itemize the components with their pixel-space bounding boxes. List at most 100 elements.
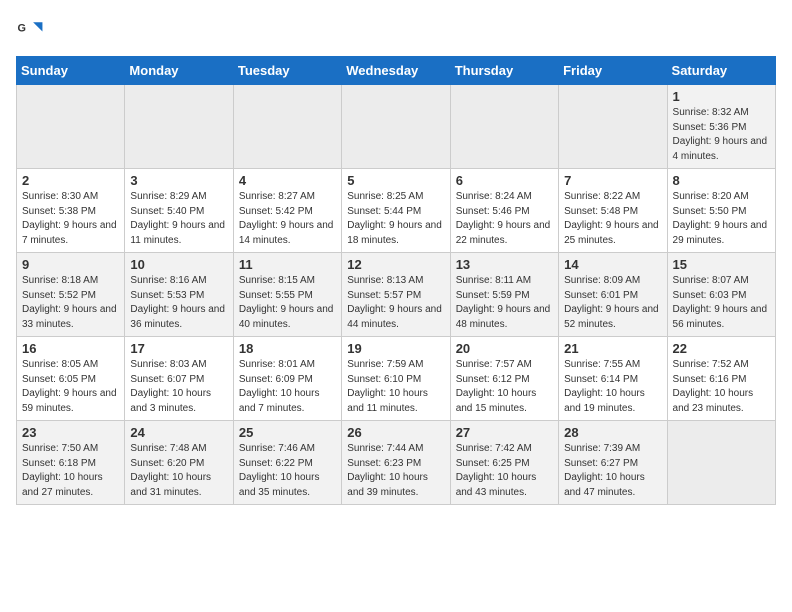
calendar-day-cell — [17, 85, 125, 169]
day-number: 3 — [130, 173, 227, 188]
day-number: 5 — [347, 173, 444, 188]
calendar-day-cell — [233, 85, 341, 169]
calendar-week-row: 16Sunrise: 8:05 AM Sunset: 6:05 PM Dayli… — [17, 337, 776, 421]
day-info: Sunrise: 8:29 AM Sunset: 5:40 PM Dayligh… — [130, 190, 227, 248]
day-info: Sunrise: 8:11 AM Sunset: 5:59 PM Dayligh… — [456, 274, 553, 332]
calendar-week-row: 23 Sunrise: 7:50 AM Sunset: 6:18 PM Dayli… — [17, 421, 776, 505]
calendar-week-row: 1 Sunrise: 8:32 AM Sunset: 5:36 PM Daylig… — [17, 85, 776, 169]
calendar-week-row: 2Sunrise: 8:30 AM Sunset: 5:38 PM Daylig… — [17, 169, 776, 253]
weekday-header-saturday: Saturday — [667, 57, 775, 85]
day-info: Sunrise: 8:25 AM Sunset: 5:44 PM Dayligh… — [347, 190, 444, 248]
calendar-day-cell — [559, 85, 667, 169]
day-info: Sunrise: 7:44 AM Sunset: 6:23 PM Dayligh… — [347, 442, 444, 500]
day-number: 25 — [239, 425, 336, 440]
day-info: Sunrise: 8:09 AM Sunset: 6:01 PM Dayligh… — [564, 274, 661, 332]
day-number: 28 — [564, 425, 661, 440]
day-number: 24 — [130, 425, 227, 440]
day-info: Sunrise: 8:30 AM Sunset: 5:38 PM Dayligh… — [22, 190, 119, 248]
day-info: Sunrise: 7:42 AM Sunset: 6:25 PM Dayligh… — [456, 442, 553, 500]
calendar-header-row: SundayMondayTuesdayWednesdayThursdayFrid… — [17, 57, 776, 85]
day-number: 12 — [347, 257, 444, 272]
day-info: Sunrise: 8:32 AM Sunset: 5:36 PM Dayligh… — [673, 106, 770, 164]
calendar-day-cell: 17 Sunrise: 8:03 AM Sunset: 6:07 PM Dayli… — [125, 337, 233, 421]
calendar-day-cell: 11 Sunrise: 8:15 AM Sunset: 5:55 PM Dayli… — [233, 253, 341, 337]
day-info: Sunrise: 8:24 AM Sunset: 5:46 PM Dayligh… — [456, 190, 553, 248]
calendar-day-cell: 14 Sunrise: 8:09 AM Sunset: 6:01 PM Dayli… — [559, 253, 667, 337]
day-number: 6 — [456, 173, 553, 188]
day-info: Sunrise: 7:39 AM Sunset: 6:27 PM Dayligh… — [564, 442, 661, 500]
calendar-day-cell: 13 Sunrise: 8:11 AM Sunset: 5:59 PM Dayli… — [450, 253, 558, 337]
day-info: Sunrise: 8:15 AM Sunset: 5:55 PM Dayligh… — [239, 274, 336, 332]
weekday-header-tuesday: Tuesday — [233, 57, 341, 85]
day-info: Sunrise: 8:07 AM Sunset: 6:03 PM Dayligh… — [673, 274, 770, 332]
calendar-day-cell: 25 Sunrise: 7:46 AM Sunset: 6:22 PM Dayli… — [233, 421, 341, 505]
day-number: 11 — [239, 257, 336, 272]
calendar-day-cell — [667, 421, 775, 505]
calendar-day-cell: 15 Sunrise: 8:07 AM Sunset: 6:03 PM Dayli… — [667, 253, 775, 337]
day-number: 10 — [130, 257, 227, 272]
day-number: 7 — [564, 173, 661, 188]
day-number: 15 — [673, 257, 770, 272]
day-number: 18 — [239, 341, 336, 356]
day-info: Sunrise: 8:18 AM Sunset: 5:52 PM Dayligh… — [22, 274, 119, 332]
day-number: 9 — [22, 257, 119, 272]
calendar-day-cell: 16Sunrise: 8:05 AM Sunset: 6:05 PM Dayli… — [17, 337, 125, 421]
day-info: Sunrise: 8:27 AM Sunset: 5:42 PM Dayligh… — [239, 190, 336, 248]
day-number: 16 — [22, 341, 119, 356]
day-info: Sunrise: 8:20 AM Sunset: 5:50 PM Dayligh… — [673, 190, 770, 248]
calendar-day-cell: 10 Sunrise: 8:16 AM Sunset: 5:53 PM Dayli… — [125, 253, 233, 337]
calendar-day-cell: 19Sunrise: 7:59 AM Sunset: 6:10 PM Dayli… — [342, 337, 450, 421]
page-header: G — [16, 16, 776, 44]
day-number: 21 — [564, 341, 661, 356]
day-number: 4 — [239, 173, 336, 188]
day-number: 13 — [456, 257, 553, 272]
day-info: Sunrise: 8:16 AM Sunset: 5:53 PM Dayligh… — [130, 274, 227, 332]
logo-icon: G — [16, 16, 44, 44]
calendar-day-cell: 3 Sunrise: 8:29 AM Sunset: 5:40 PM Daylig… — [125, 169, 233, 253]
weekday-header-wednesday: Wednesday — [342, 57, 450, 85]
calendar-day-cell: 24 Sunrise: 7:48 AM Sunset: 6:20 PM Dayli… — [125, 421, 233, 505]
day-number: 26 — [347, 425, 444, 440]
calendar-day-cell: 27Sunrise: 7:42 AM Sunset: 6:25 PM Dayli… — [450, 421, 558, 505]
calendar-day-cell: 18 Sunrise: 8:01 AM Sunset: 6:09 PM Dayli… — [233, 337, 341, 421]
calendar-week-row: 9 Sunrise: 8:18 AM Sunset: 5:52 PM Daylig… — [17, 253, 776, 337]
weekday-header-sunday: Sunday — [17, 57, 125, 85]
calendar-day-cell: 4 Sunrise: 8:27 AM Sunset: 5:42 PM Daylig… — [233, 169, 341, 253]
calendar-day-cell: 21 Sunrise: 7:55 AM Sunset: 6:14 PM Dayli… — [559, 337, 667, 421]
calendar-day-cell: 1 Sunrise: 8:32 AM Sunset: 5:36 PM Daylig… — [667, 85, 775, 169]
day-number: 14 — [564, 257, 661, 272]
day-info: Sunrise: 7:48 AM Sunset: 6:20 PM Dayligh… — [130, 442, 227, 500]
calendar-day-cell: 7 Sunrise: 8:22 AM Sunset: 5:48 PM Daylig… — [559, 169, 667, 253]
calendar-day-cell: 8 Sunrise: 8:20 AM Sunset: 5:50 PM Daylig… — [667, 169, 775, 253]
day-info: Sunrise: 7:57 AM Sunset: 6:12 PM Dayligh… — [456, 358, 553, 416]
day-info: Sunrise: 7:55 AM Sunset: 6:14 PM Dayligh… — [564, 358, 661, 416]
day-info: Sunrise: 8:22 AM Sunset: 5:48 PM Dayligh… — [564, 190, 661, 248]
weekday-header-friday: Friday — [559, 57, 667, 85]
calendar-day-cell: 5 Sunrise: 8:25 AM Sunset: 5:44 PM Daylig… — [342, 169, 450, 253]
calendar-day-cell: 12 Sunrise: 8:13 AM Sunset: 5:57 PM Dayli… — [342, 253, 450, 337]
calendar-day-cell — [450, 85, 558, 169]
logo: G — [16, 16, 48, 44]
day-info: Sunrise: 8:01 AM Sunset: 6:09 PM Dayligh… — [239, 358, 336, 416]
day-number: 23 — [22, 425, 119, 440]
calendar-day-cell: 23 Sunrise: 7:50 AM Sunset: 6:18 PM Dayli… — [17, 421, 125, 505]
day-number: 8 — [673, 173, 770, 188]
calendar-table: SundayMondayTuesdayWednesdayThursdayFrid… — [16, 56, 776, 505]
day-info: Sunrise: 7:50 AM Sunset: 6:18 PM Dayligh… — [22, 442, 119, 500]
weekday-header-thursday: Thursday — [450, 57, 558, 85]
day-info: Sunrise: 7:52 AM Sunset: 6:16 PM Dayligh… — [673, 358, 770, 416]
day-number: 22 — [673, 341, 770, 356]
day-info: Sunrise: 8:03 AM Sunset: 6:07 PM Dayligh… — [130, 358, 227, 416]
svg-text:G: G — [18, 23, 26, 35]
calendar-day-cell: 26 Sunrise: 7:44 AM Sunset: 6:23 PM Dayli… — [342, 421, 450, 505]
calendar-day-cell — [125, 85, 233, 169]
day-info: Sunrise: 8:13 AM Sunset: 5:57 PM Dayligh… — [347, 274, 444, 332]
calendar-day-cell — [342, 85, 450, 169]
day-info: Sunrise: 7:46 AM Sunset: 6:22 PM Dayligh… — [239, 442, 336, 500]
day-number: 1 — [673, 89, 770, 104]
calendar-day-cell: 9 Sunrise: 8:18 AM Sunset: 5:52 PM Daylig… — [17, 253, 125, 337]
day-number: 17 — [130, 341, 227, 356]
day-number: 20 — [456, 341, 553, 356]
day-number: 19 — [347, 341, 444, 356]
calendar-day-cell: 28 Sunrise: 7:39 AM Sunset: 6:27 PM Dayli… — [559, 421, 667, 505]
